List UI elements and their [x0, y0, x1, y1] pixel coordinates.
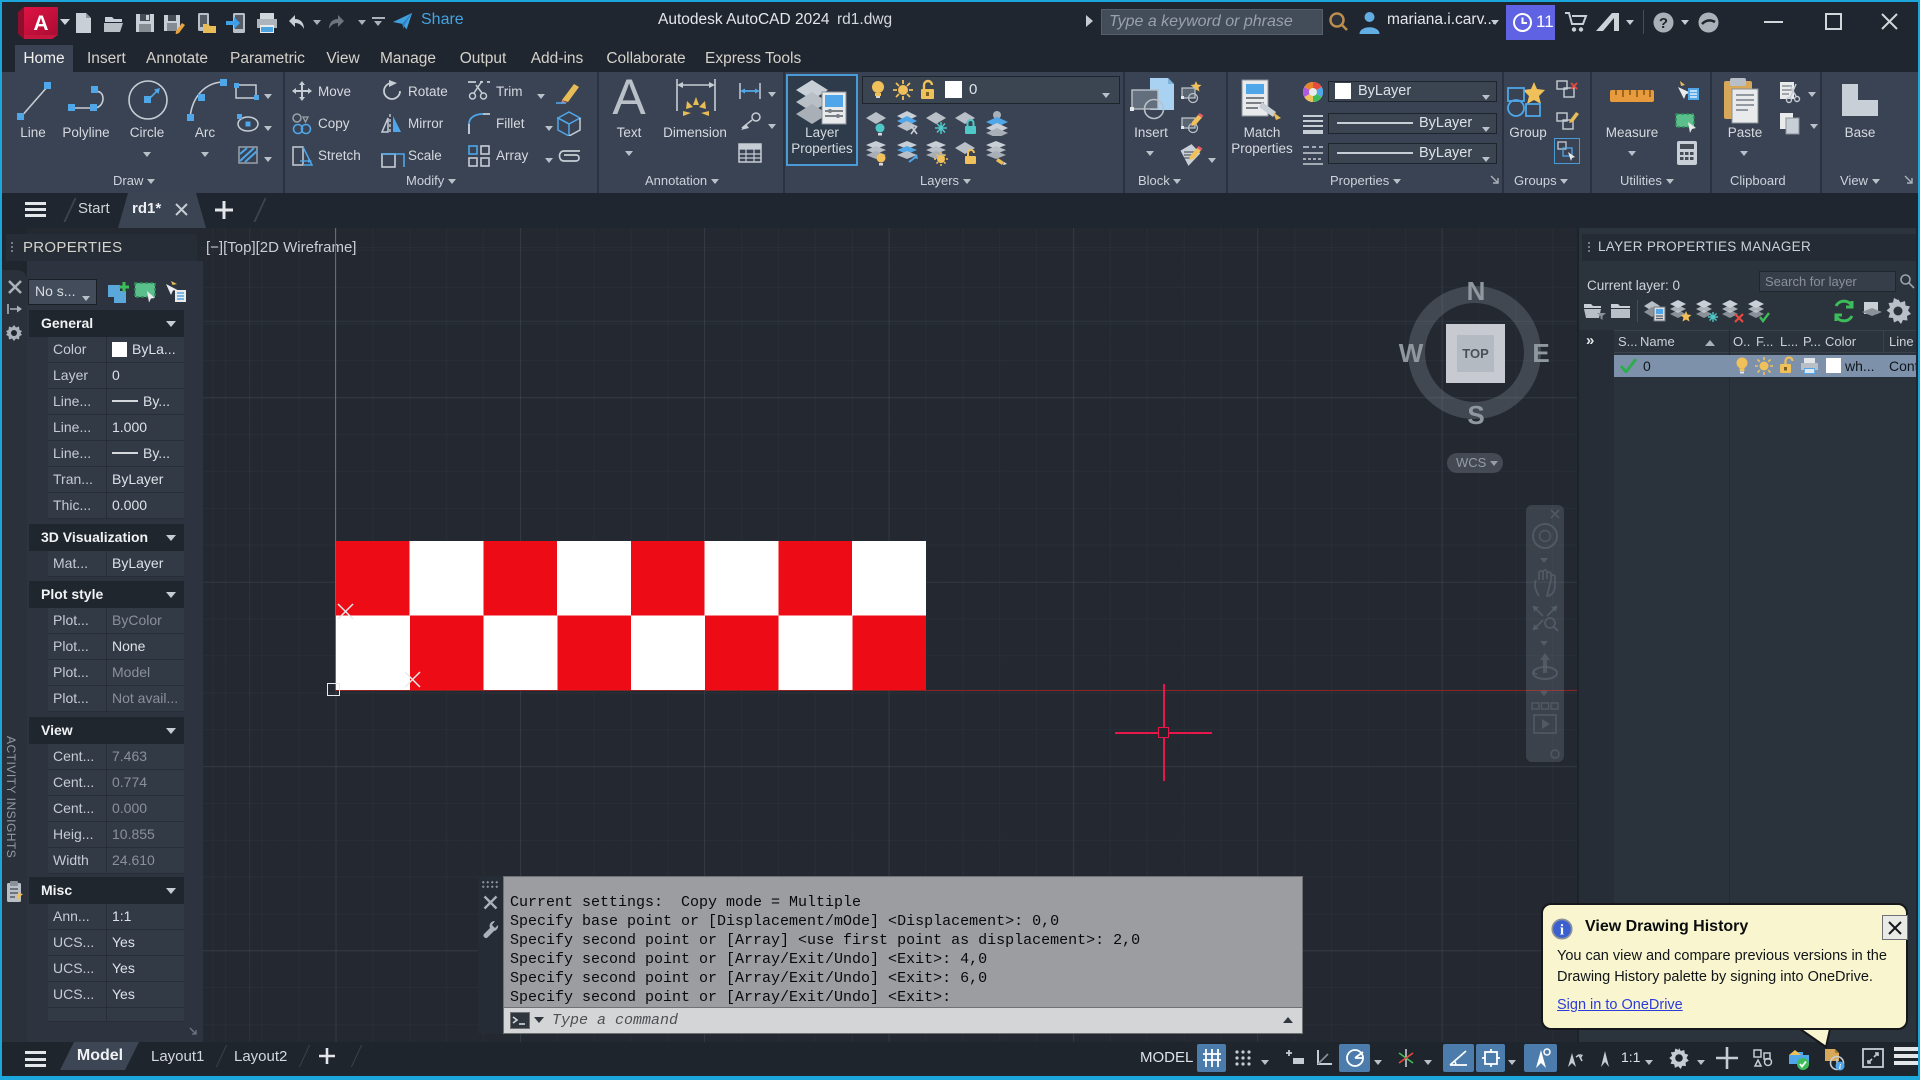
svg-text:A: A: [33, 12, 48, 35]
svg-text:i: i: [1839, 1063, 1841, 1071]
svg-text:?: ?: [1659, 15, 1668, 32]
svg-text:i: i: [1560, 923, 1564, 939]
